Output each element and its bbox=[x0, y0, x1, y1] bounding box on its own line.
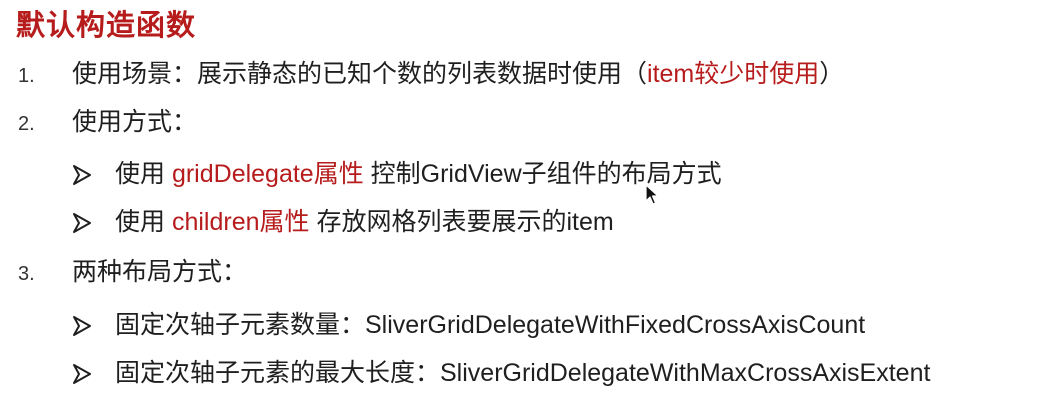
item-text: 使用场景：展示静态的已知个数的列表数据时使用（item较少时使用） bbox=[72, 58, 844, 90]
item-text: 使用方式： bbox=[72, 108, 198, 136]
sub-item-text: 固定次轴子元素数量：SliverGridDelegateWithFixedCro… bbox=[115, 311, 866, 339]
slide-title: 默认构造函数 bbox=[16, 10, 197, 42]
arrow-bullet-icon bbox=[73, 364, 91, 384]
item-number: 2. bbox=[18, 113, 35, 135]
sub-item-text: 使用 children属性 存放网格列表要展示的item bbox=[115, 206, 614, 238]
sub-item-prefix: 使用 bbox=[115, 160, 172, 188]
sub-item-highlight: gridDelegate属性 bbox=[171, 160, 364, 188]
item-highlight: item较少时使用 bbox=[647, 60, 820, 88]
item-text-before: 使用场景：展示静态的已知个数的列表数据时使用（ bbox=[72, 60, 648, 88]
item-number: 3. bbox=[18, 263, 35, 285]
arrow-bullet-icon bbox=[73, 165, 91, 185]
sub-item-text: 使用 gridDelegate属性 控制GridView子组件的布局方式 bbox=[115, 158, 722, 190]
sub-item-highlight: children属性 bbox=[171, 208, 310, 236]
item-text: 两种布局方式： bbox=[72, 258, 248, 286]
mouse-cursor-icon bbox=[645, 184, 659, 205]
arrow-bullet-icon bbox=[73, 316, 91, 336]
item-text-after: ） bbox=[819, 60, 845, 88]
item-number: 1. bbox=[18, 65, 35, 87]
arrow-bullet-icon bbox=[73, 213, 91, 233]
sub-item-suffix: 控制GridView子组件的布局方式 bbox=[363, 160, 722, 188]
sub-item-prefix: 使用 bbox=[115, 208, 172, 236]
sub-item-suffix: 存放网格列表要展示的item bbox=[309, 208, 614, 236]
sub-item-text: 固定次轴子元素的最大长度：SliverGridDelegateWithMaxCr… bbox=[115, 359, 931, 387]
